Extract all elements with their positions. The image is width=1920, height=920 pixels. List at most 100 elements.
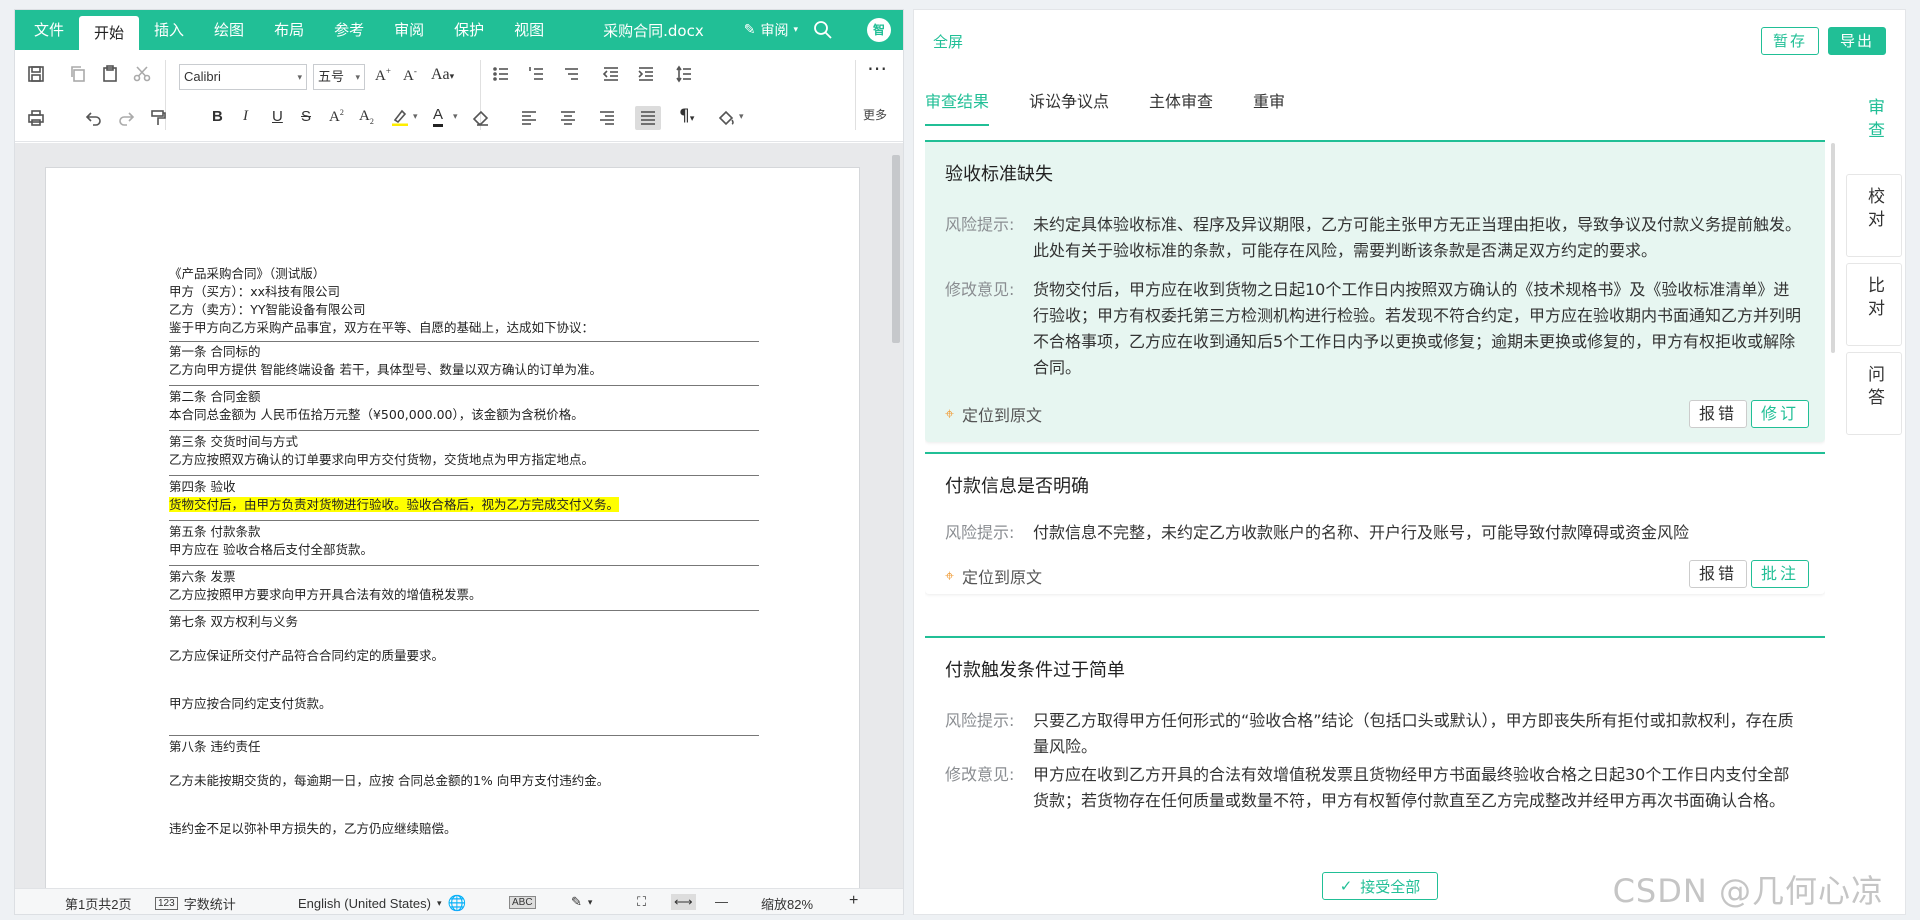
highlight-color-icon[interactable] [389, 106, 411, 128]
language-select[interactable]: English (United States) ▾ 🌐 [298, 894, 466, 912]
change-case-button[interactable]: Aa▾ [431, 66, 454, 84]
document-page[interactable]: 《产品采购合同》（测试版） 甲方（买方）：xx科技有限公司 乙方（卖方）：YY智… [45, 167, 860, 890]
tab-file[interactable]: 文件 [19, 10, 79, 50]
superscript-button[interactable]: A2 [329, 108, 344, 126]
locate-original-link[interactable]: ⌖ 定位到原文 [945, 564, 1042, 588]
more-label[interactable]: 更多 [863, 106, 887, 123]
format-painter-icon[interactable] [147, 107, 169, 129]
bullet-list-icon[interactable] [490, 63, 512, 85]
vertical-scrollbar[interactable] [891, 149, 901, 884]
decrease-indent-icon[interactable] [600, 63, 622, 85]
doc-line: 乙方未能按期交货的，每逾期一日，应按 合同总金额的1% 向甲方支付违约金。 [169, 773, 610, 788]
more-icon[interactable]: ⋯ [867, 56, 887, 80]
fit-page-icon[interactable]: ⛶ [637, 894, 646, 910]
copy-icon[interactable] [67, 63, 89, 85]
document-body[interactable]: 《产品采购合同》（测试版） 甲方（买方）：xx科技有限公司 乙方（卖方）：YY智… [169, 265, 759, 838]
review-mode-menu[interactable]: ✎ 审阅 ▾ [744, 20, 798, 40]
paragraph-mark-icon[interactable]: ¶▾ [679, 106, 694, 126]
report-error-button[interactable]: 报错 [1689, 560, 1747, 588]
locate-label: 定位到原文 [962, 406, 1043, 425]
side-tab-qa[interactable]: 问答 [1846, 352, 1902, 435]
tab-party-review[interactable]: 主体审查 [1149, 88, 1213, 126]
section-heading: 第七条 双方权利与义务 [169, 614, 298, 629]
edit-pen-icon: ✎ [743, 22, 756, 38]
tab-home[interactable]: 开始 [79, 16, 140, 50]
numbered-list-icon[interactable] [525, 63, 547, 85]
section-divider [169, 475, 759, 476]
review-card[interactable]: 付款信息是否明确 风险提示: 付款信息不完整，未约定乙方收款账户的名称、开户行及… [925, 452, 1825, 594]
document-title: 采购合同.docx [603, 21, 704, 40]
fullscreen-link[interactable]: 全屏 [933, 31, 963, 52]
review-tabs: 审查结果 诉讼争议点 主体审查 重审 [925, 88, 1325, 126]
risk-row: 风险提示: 未约定具体验收标准、程序及异议期限，乙方可能主张甲方无正当理由拒收，… [945, 212, 1805, 264]
export-button[interactable]: 导出 [1828, 27, 1886, 55]
clear-format-icon[interactable] [470, 107, 492, 129]
justify-icon[interactable] [635, 106, 661, 130]
zoom-out-button[interactable]: — [715, 894, 728, 909]
align-right-icon[interactable] [596, 107, 618, 129]
fit-width-icon[interactable]: ⟷ [671, 894, 696, 910]
advice-row: 修改意见: 货物交付后，甲方应在收到货物之日起10个工作日内按照双方确认的《技术… [945, 277, 1805, 381]
risk-text: 只要乙方取得甲方任何形式的“验收合格”结论（包括口头或默认），甲方即丧失所有拒付… [1033, 711, 1794, 756]
search-icon[interactable] [813, 20, 833, 40]
avatar[interactable]: 智 [867, 18, 891, 42]
shading-icon[interactable] [715, 107, 737, 129]
tab-re-review[interactable]: 重审 [1253, 88, 1285, 126]
scrollbar-thumb[interactable] [892, 155, 900, 343]
locate-label: 定位到原文 [962, 568, 1043, 587]
increase-indent-icon[interactable] [635, 63, 657, 85]
annotate-button[interactable]: 批注 [1751, 560, 1809, 588]
underline-button[interactable]: U [272, 108, 283, 125]
section-divider [169, 520, 759, 521]
review-card[interactable]: 验收标准缺失 风险提示: 未约定具体验收标准、程序及异议期限，乙方可能主张甲方无… [925, 140, 1825, 442]
report-error-button[interactable]: 报错 [1689, 400, 1747, 428]
revise-button[interactable]: 修订 [1751, 400, 1809, 428]
risk-text: 付款信息不完整，未约定乙方收款账户的名称、开户行及账号，可能导致付款障碍或资金风… [1033, 523, 1690, 542]
font-family-select[interactable]: Calibri ▾ [179, 64, 307, 90]
panel-scrollbar[interactable] [1831, 143, 1835, 353]
tab-insert[interactable]: 插入 [139, 10, 199, 50]
word-count-button[interactable]: 123 字数统计 [155, 894, 236, 913]
strikethrough-button[interactable]: S [301, 108, 311, 125]
tab-review[interactable]: 审阅 [379, 10, 439, 50]
font-color-button[interactable]: A [433, 106, 444, 127]
side-tab-compare[interactable]: 比对 [1846, 263, 1902, 346]
highlighted-clause[interactable]: 货物交付后，由甲方负责对货物进行验收。验收合格后，视为乙方完成交付义务。 [169, 497, 620, 512]
tab-view[interactable]: 视图 [499, 10, 559, 50]
review-card[interactable]: 付款触发条件过于简单 风险提示: 只要乙方取得甲方任何形式的“验收合格”结论（包… [925, 636, 1825, 864]
undo-icon[interactable] [83, 107, 105, 129]
tab-layout[interactable]: 布局 [259, 10, 319, 50]
font-size-select[interactable]: 五号 ▾ [313, 64, 365, 90]
line-spacing-icon[interactable] [673, 63, 695, 85]
cut-icon[interactable] [131, 63, 153, 85]
paste-icon[interactable] [99, 63, 121, 85]
shrink-font-button[interactable]: A- [403, 66, 417, 85]
tab-protect[interactable]: 保护 [439, 10, 499, 50]
redo-icon[interactable] [115, 107, 137, 129]
save-draft-button[interactable]: 暂存 [1761, 27, 1819, 55]
subscript-button[interactable]: A2 [359, 108, 374, 126]
locate-original-link[interactable]: ⌖ 定位到原文 [945, 402, 1042, 426]
save-icon[interactable] [25, 63, 47, 85]
multilevel-list-icon[interactable] [560, 63, 582, 85]
zoom-level[interactable]: 缩放82% [761, 894, 813, 913]
accept-all-button[interactable]: ✓ 接受全部 [1322, 872, 1438, 900]
section-divider [169, 385, 759, 386]
tab-review-results[interactable]: 审查结果 [925, 88, 990, 126]
grow-font-button[interactable]: A+ [375, 66, 391, 85]
tab-references[interactable]: 参考 [319, 10, 379, 50]
print-icon[interactable] [25, 107, 47, 129]
doc-line: 甲方（买方）：xx科技有限公司 [169, 284, 341, 299]
align-left-icon[interactable] [518, 107, 540, 129]
italic-button[interactable]: I [243, 108, 248, 125]
tab-dispute-points[interactable]: 诉讼争议点 [1029, 88, 1109, 126]
side-tab-review[interactable]: 审查 [1846, 85, 1902, 168]
doc-line: 乙方应按照甲方要求向甲方开具合法有效的增值税发票。 [169, 587, 482, 602]
bold-button[interactable]: B [212, 108, 223, 125]
align-center-icon[interactable] [557, 107, 579, 129]
spellcheck-icon[interactable]: ABC [509, 896, 536, 909]
tab-draw[interactable]: 绘图 [199, 10, 259, 50]
zoom-in-button[interactable]: + [849, 892, 858, 910]
track-changes-icon[interactable]: ✎ ▾ [571, 894, 592, 910]
side-tab-proofread[interactable]: 校对 [1846, 174, 1902, 257]
